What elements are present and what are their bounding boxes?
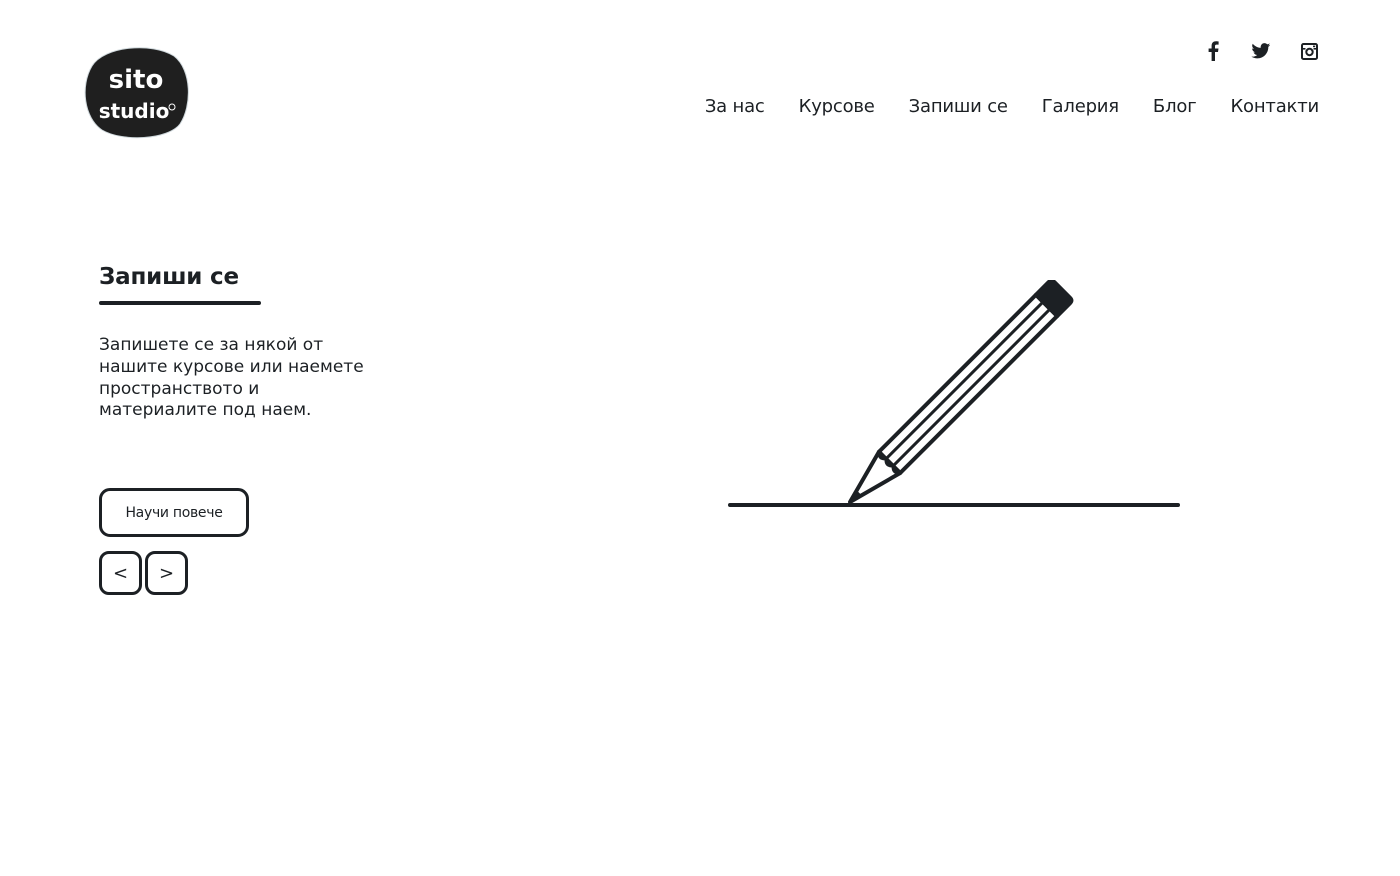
next-slide-button[interactable]: > bbox=[145, 551, 188, 595]
logo-mark: sito studio bbox=[84, 47, 189, 139]
title-underline bbox=[99, 301, 261, 305]
nav-item-signup[interactable]: Запиши се bbox=[909, 96, 1008, 117]
social-links bbox=[1202, 40, 1320, 62]
logo-line2: studio bbox=[99, 99, 170, 123]
nav-item-courses[interactable]: Курсове bbox=[799, 96, 875, 117]
pencil-icon bbox=[728, 278, 1180, 507]
section-description: Запишете се за някой от нашите курсове и… bbox=[99, 335, 364, 421]
pencil-shape bbox=[848, 278, 1074, 504]
nav-item-about[interactable]: За нас bbox=[705, 96, 765, 117]
logo-line1: sito bbox=[109, 65, 164, 95]
nav-item-blog[interactable]: Блог bbox=[1153, 96, 1197, 117]
learn-more-button[interactable]: Научи повече bbox=[99, 488, 249, 537]
main-nav: За нас Курсове Запиши се Галерия Блог Ко… bbox=[705, 96, 1319, 117]
pencil-illustration bbox=[720, 278, 1190, 520]
facebook-icon[interactable] bbox=[1202, 40, 1224, 62]
nav-item-gallery[interactable]: Галерия bbox=[1042, 96, 1119, 117]
page: sito studio За нас Курсове Запиши се Гал… bbox=[0, 0, 1400, 876]
nav-item-contacts[interactable]: Контакти bbox=[1230, 96, 1319, 117]
prev-slide-button[interactable]: < bbox=[99, 551, 142, 595]
instagram-icon[interactable] bbox=[1298, 40, 1320, 62]
section-title: Запиши се bbox=[99, 264, 239, 290]
twitter-icon[interactable] bbox=[1250, 40, 1272, 62]
site-logo[interactable]: sito studio bbox=[82, 44, 190, 139]
